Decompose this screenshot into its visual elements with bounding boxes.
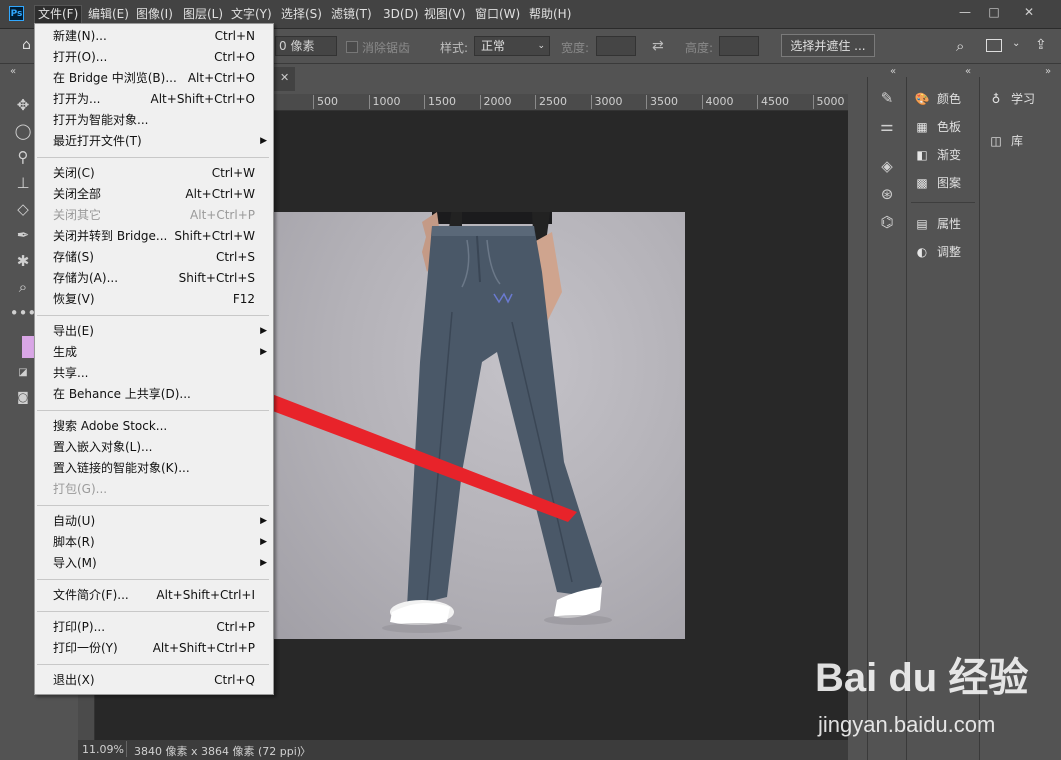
file-menu-dropdown: 新建(N)... Ctrl+N 打开(O)... Ctrl+O 在 Bridge 中浏览… — [34, 23, 274, 695]
menu-item-shortcut: Ctrl+O — [214, 50, 255, 64]
menu-separator — [37, 410, 269, 411]
menu-item-label: 在 Behance 上共享(D)... — [53, 387, 191, 401]
menu-item-label: 导入(M) — [53, 556, 97, 570]
menu-item-shortcut: Ctrl+Q — [214, 673, 255, 687]
menu-item-label: 存储为(A)... — [53, 271, 119, 285]
file-menu-item[interactable]: 新建(N)... Ctrl+N — [35, 26, 273, 47]
menu-separator — [37, 505, 269, 506]
menu-item-shortcut: Alt+Ctrl+O — [187, 71, 255, 85]
file-menu-item[interactable]: 在 Bridge 中浏览(B)... Alt+Ctrl+O — [35, 68, 273, 89]
menu-item-label: 存储(S) — [53, 250, 94, 264]
file-menu-item[interactable]: 关闭全部 Alt+Ctrl+W — [35, 184, 273, 205]
menu-item-shortcut: Shift+Ctrl+W — [174, 229, 255, 243]
submenu-arrow-icon: ▶ — [260, 537, 267, 547]
baidu-jingyan-watermark: Bai du 经验 — [815, 656, 1029, 700]
submenu-arrow-icon: ▶ — [260, 516, 267, 526]
menu-item-label: 打开为智能对象... — [53, 113, 149, 127]
file-menu-item[interactable]: 关闭并转到 Bridge... Shift+Ctrl+W — [35, 226, 273, 247]
file-menu-item[interactable]: 脚本(R) ▶ — [35, 532, 273, 553]
menu-item-shortcut: Alt+Shift+Ctrl+I — [156, 588, 255, 602]
file-menu-item[interactable]: 导出(E) ▶ — [35, 321, 273, 342]
menu-item-label: 共享... — [53, 366, 89, 380]
file-menu-item[interactable]: 打开为智能对象... — [35, 110, 273, 131]
file-menu-item[interactable]: 自动(U) ▶ — [35, 511, 273, 532]
file-menu-item[interactable]: 打开(O)... Ctrl+O — [35, 47, 273, 68]
menu-item-shortcut: F12 — [232, 292, 255, 306]
menu-item-label: 关闭(C) — [53, 166, 95, 180]
menu-item-shortcut: Alt+Ctrl+W — [185, 187, 255, 201]
file-menu-item[interactable]: 打开为... Alt+Shift+Ctrl+O — [35, 89, 273, 110]
watermark-url: jingyan.baidu.com — [818, 712, 996, 737]
file-menu-item[interactable]: 存储(S) Ctrl+S — [35, 247, 273, 268]
menu-item-shortcut: Ctrl+S — [215, 250, 255, 264]
file-menu-item[interactable]: 搜索 Adobe Stock... — [35, 416, 273, 437]
menu-item-label: 打印一份(Y) — [53, 641, 118, 655]
file-menu-item[interactable]: 打印一份(Y) Alt+Shift+Ctrl+P — [35, 638, 273, 659]
file-menu-item[interactable]: 共享... — [35, 363, 273, 384]
file-menu-item[interactable]: 文件简介(F)... Alt+Shift+Ctrl+I — [35, 585, 273, 606]
menu-separator — [37, 664, 269, 665]
menu-item-label: 导出(E) — [53, 324, 94, 338]
menu-item-label: 搜索 Adobe Stock... — [53, 419, 168, 433]
file-menu-item[interactable]: 关闭(C) Ctrl+W — [35, 163, 273, 184]
file-menu-item[interactable]: 置入链接的智能对象(K)... — [35, 458, 273, 479]
file-menu-item[interactable]: 最近打开文件(T) ▶ — [35, 131, 273, 152]
menu-item-shortcut: Alt+Ctrl+P — [190, 208, 255, 222]
menu-separator — [37, 611, 269, 612]
menu-item-label: 打开(O)... — [53, 50, 108, 64]
menu-item-label: 自动(U) — [53, 514, 96, 528]
file-menu-item[interactable]: 置入嵌入对象(L)... — [35, 437, 273, 458]
file-menu-item[interactable]: 导入(M) ▶ — [35, 553, 273, 574]
file-menu-item[interactable]: 退出(X) Ctrl+Q — [35, 670, 273, 691]
file-menu-item[interactable]: 在 Behance 上共享(D)... — [35, 384, 273, 405]
menu-separator — [37, 579, 269, 580]
submenu-arrow-icon: ▶ — [260, 347, 267, 357]
file-menu-item[interactable]: 恢复(V) F12 — [35, 289, 273, 310]
menu-item-label: 打印(P)... — [53, 620, 106, 634]
file-menu-item: 关闭其它 Alt+Ctrl+P — [35, 205, 273, 226]
file-menu-item[interactable]: 存储为(A)... Shift+Ctrl+S — [35, 268, 273, 289]
menu-item-label: 退出(X) — [53, 673, 95, 687]
file-menu-item: 打包(G)... — [35, 479, 273, 500]
menu-item-shortcut: Ctrl+P — [216, 620, 255, 634]
menu-item-label: 打开为... — [53, 92, 101, 106]
menu-item-shortcut: Ctrl+N — [214, 29, 255, 43]
menu-item-label: 恢复(V) — [53, 292, 95, 306]
menu-item-shortcut: Alt+Shift+Ctrl+O — [150, 92, 255, 106]
menu-item-label: 新建(N)... — [53, 29, 107, 43]
menu-item-label: 置入嵌入对象(L)... — [53, 440, 153, 454]
submenu-arrow-icon: ▶ — [260, 558, 267, 568]
menu-item-label: 文件简介(F)... — [53, 588, 129, 602]
menu-item-label: 打包(G)... — [53, 482, 108, 496]
menu-item-label: 生成 — [53, 345, 78, 359]
file-menu-item[interactable]: 生成 ▶ — [35, 342, 273, 363]
menu-item-shortcut: Ctrl+W — [211, 166, 255, 180]
menu-item-label: 关闭并转到 Bridge... — [53, 229, 168, 243]
menu-item-shortcut: Alt+Shift+Ctrl+P — [152, 641, 255, 655]
menu-item-label: 关闭全部 — [53, 187, 102, 201]
menu-item-label: 脚本(R) — [53, 535, 95, 549]
menu-separator — [37, 315, 269, 316]
menu-item-label: 关闭其它 — [53, 208, 102, 222]
menu-item-label: 最近打开文件(T) — [53, 134, 142, 148]
file-menu-item[interactable]: 打印(P)... Ctrl+P — [35, 617, 273, 638]
menu-item-shortcut: Shift+Ctrl+S — [178, 271, 255, 285]
menu-item-label: 置入链接的智能对象(K)... — [53, 461, 190, 475]
menu-separator — [37, 157, 269, 158]
submenu-arrow-icon: ▶ — [260, 136, 267, 146]
menu-item-label: 在 Bridge 中浏览(B)... — [53, 71, 177, 85]
submenu-arrow-icon: ▶ — [260, 326, 267, 336]
